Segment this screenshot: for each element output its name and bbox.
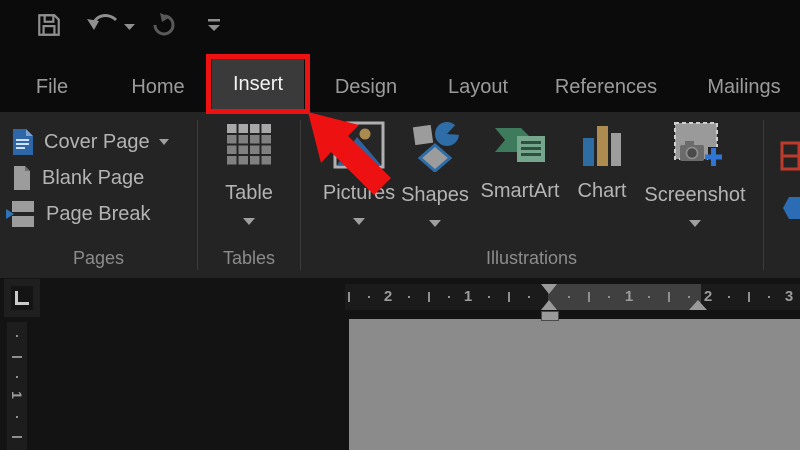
smartart-label: SmartArt: [481, 180, 560, 203]
ruler-tick: [508, 292, 510, 302]
tab-layout[interactable]: Layout: [443, 72, 513, 102]
tab-home[interactable]: Home: [127, 72, 189, 102]
table-icon: [225, 120, 273, 170]
add-in-hexagon-icon[interactable]: [781, 196, 800, 220]
blank-page-icon: [12, 165, 32, 191]
ruler-tick: [368, 296, 370, 298]
tab-mailings[interactable]: Mailings: [702, 72, 786, 102]
table-button[interactable]: Table: [203, 120, 295, 225]
chevron-down-icon: [243, 218, 255, 225]
shapes-icon: [409, 120, 461, 172]
ruler-tick: [768, 296, 770, 298]
ruler-tick: [668, 292, 670, 302]
save-icon: [36, 12, 62, 38]
cover-page-button[interactable]: Cover Page: [12, 126, 169, 158]
ruler-tick: [688, 296, 690, 298]
ruler-tick: [348, 292, 350, 302]
page-break-button[interactable]: Page Break: [6, 198, 151, 230]
undo-button[interactable]: [84, 12, 136, 40]
add-in-grid-icon[interactable]: [779, 140, 800, 172]
ruler-number: 1: [619, 284, 639, 310]
table-label: Table: [225, 182, 273, 205]
customize-quick-access-icon: [205, 16, 223, 36]
group-label-pages: Pages: [0, 248, 197, 269]
chevron-down-icon: [429, 220, 441, 227]
ruler-number: 1: [458, 284, 478, 310]
word-window: File Home Insert Design Layout Reference…: [0, 0, 800, 450]
blank-page-label: Blank Page: [42, 167, 144, 190]
ribbon: Cover Page Blank Page Page Break Pages: [0, 112, 800, 278]
ruler-tick: [16, 335, 18, 337]
ruler-tick: [12, 436, 22, 438]
ruler-tick: [728, 296, 730, 298]
tab-references[interactable]: References: [554, 72, 658, 102]
pictures-label: Pictures: [323, 182, 395, 205]
ruler-tick: [608, 296, 610, 298]
chart-button[interactable]: Chart: [561, 124, 643, 203]
page-break-icon: [6, 199, 36, 229]
first-line-indent-marker[interactable]: [541, 284, 557, 294]
group-label-illustrations: Illustrations: [300, 248, 763, 269]
screenshot-icon: [668, 120, 722, 172]
cover-page-icon: [12, 128, 34, 156]
ruler-tick: [588, 292, 590, 302]
smartart-icon: [493, 122, 547, 168]
document-page[interactable]: [349, 319, 800, 450]
ruler-tick: [648, 296, 650, 298]
hanging-indent-marker[interactable]: [541, 300, 557, 310]
redo-button[interactable]: [150, 11, 178, 39]
horizontal-ruler[interactable]: 2 1 1 2 3: [345, 284, 800, 310]
ruler-tick: [448, 296, 450, 298]
tab-stop-selector[interactable]: [4, 279, 40, 317]
tab-file[interactable]: File: [28, 72, 76, 102]
screenshot-label: Screenshot: [644, 184, 745, 207]
blank-page-button[interactable]: Blank Page: [12, 162, 144, 194]
page-break-label: Page Break: [46, 203, 151, 226]
group-divider: [763, 120, 764, 270]
screenshot-button[interactable]: Screenshot: [638, 120, 752, 227]
redo-icon: [151, 12, 177, 38]
chevron-down-icon: [689, 220, 701, 227]
ruler-tick: [12, 356, 22, 358]
left-tab-stop-icon: [15, 291, 29, 305]
customize-quick-access-button[interactable]: [204, 15, 224, 37]
ruler-tick: [408, 296, 410, 298]
smartart-button[interactable]: SmartArt: [469, 122, 571, 203]
ruler-tick: [488, 296, 490, 298]
group-label-tables: Tables: [197, 248, 301, 269]
cover-page-label: Cover Page: [44, 131, 150, 154]
pictures-icon: [332, 120, 386, 170]
chart-icon: [578, 124, 626, 168]
ruler-tick: [568, 296, 570, 298]
right-indent-marker[interactable]: [689, 300, 707, 310]
tab-design[interactable]: Design: [332, 72, 400, 102]
left-indent-marker[interactable]: [541, 311, 559, 321]
tab-insert[interactable]: Insert: [212, 59, 304, 109]
tab-stop-selector-box: [11, 286, 33, 310]
ruler-tick: [528, 296, 530, 298]
ruler-tick: [16, 376, 18, 378]
chevron-down-icon: [159, 139, 169, 145]
undo-icon: [84, 12, 136, 40]
ruler-tick: [428, 292, 430, 302]
vertical-ruler[interactable]: 1: [7, 322, 27, 450]
ruler-tick: [16, 416, 18, 418]
save-button[interactable]: [34, 10, 64, 40]
shapes-button[interactable]: Shapes: [389, 120, 481, 227]
shapes-label: Shapes: [401, 184, 469, 207]
chevron-down-icon: [353, 218, 365, 225]
ruler-number: 1: [9, 385, 25, 405]
ruler-number: 3: [779, 284, 799, 310]
ruler-tick: [748, 292, 750, 302]
ruler-number: 2: [378, 284, 398, 310]
chart-label: Chart: [578, 180, 627, 203]
